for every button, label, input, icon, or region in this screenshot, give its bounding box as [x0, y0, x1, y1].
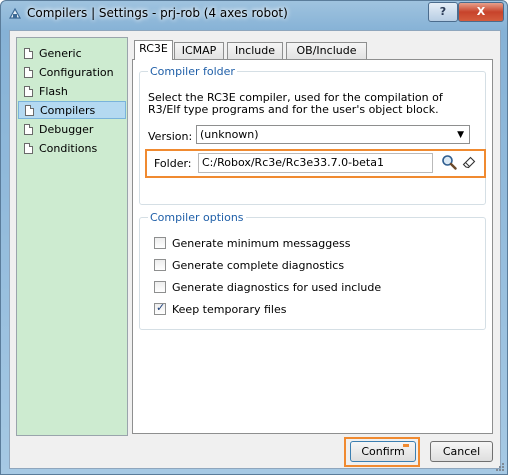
sidebar-item-debugger[interactable]: Debugger	[18, 120, 126, 138]
compiler-description: Select the RC3E compiler, used for the c…	[148, 91, 443, 116]
page-icon	[25, 104, 34, 116]
version-value: (unknown)	[200, 128, 259, 141]
folder-label: Folder:	[154, 157, 192, 170]
window-title: Compilers | Settings - prj-rob (4 axes r…	[27, 6, 288, 20]
sidebar-item-label: Conditions	[39, 141, 98, 155]
group-title: Compiler folder	[148, 65, 237, 78]
page-icon	[24, 47, 33, 59]
close-button[interactable]: X	[458, 2, 504, 22]
sidebar-item-compilers[interactable]: Compilers	[18, 101, 126, 119]
sidebar: Generic Configuration Flash Compilers De…	[16, 37, 128, 436]
checkbox[interactable]	[154, 259, 166, 271]
checkbox-checked[interactable]	[154, 301, 166, 315]
compiler-options-group: Compiler options Generate minimum messag…	[139, 211, 486, 330]
sidebar-item-label: Configuration	[39, 65, 114, 79]
tab-icmap[interactable]: ICMAP	[174, 42, 224, 59]
confirm-highlight: Confirm	[344, 437, 420, 467]
page-icon	[24, 66, 33, 78]
sidebar-item-conditions[interactable]: Conditions	[18, 139, 126, 157]
option-label: Generate diagnostics for used include	[172, 280, 382, 294]
option-minimum-messages[interactable]: Generate minimum messaggess	[154, 235, 350, 251]
help-button[interactable]: ?	[428, 2, 458, 22]
page-icon	[24, 142, 33, 154]
chevron-down-icon: ▼	[457, 130, 464, 140]
version-select[interactable]: (unknown) ▼	[196, 125, 470, 144]
checkbox[interactable]	[154, 281, 166, 293]
option-diagnostics-include[interactable]: Generate diagnostics for used include	[154, 279, 381, 295]
version-label: Version:	[148, 130, 193, 143]
cursor-marker	[403, 444, 409, 447]
dialog-footer: Confirm Cancel	[10, 435, 500, 468]
tab-rc3e[interactable]: RC3E	[134, 40, 173, 60]
sidebar-item-flash[interactable]: Flash	[18, 82, 126, 100]
search-icon[interactable]	[441, 154, 457, 170]
option-label: Generate complete diagnostics	[172, 258, 345, 272]
option-label: Keep temporary files	[172, 302, 287, 316]
folder-input[interactable]: C:/Robox/Rc3e/Rc3e33.7.0-beta1	[198, 153, 433, 173]
folder-row-highlight: Folder: C:/Robox/Rc3e/Rc3e33.7.0-beta1	[145, 149, 486, 178]
tab-ob-include[interactable]: OB/Include	[286, 42, 367, 59]
sidebar-item-generic[interactable]: Generic	[18, 44, 126, 62]
sidebar-item-label: Generic	[39, 46, 82, 60]
sidebar-item-configuration[interactable]: Configuration	[18, 63, 126, 81]
settings-window: Compilers | Settings - prj-rob (4 axes r…	[0, 0, 508, 475]
title-bar[interactable]: Compilers | Settings - prj-rob (4 axes r…	[1, 1, 507, 27]
page-icon	[24, 85, 33, 97]
tab-include[interactable]: Include	[227, 42, 283, 59]
resize-grip-icon[interactable]	[495, 462, 505, 472]
sidebar-item-label: Compilers	[40, 103, 96, 117]
confirm-label: Confirm	[361, 445, 405, 458]
app-icon	[8, 7, 22, 19]
option-label: Generate minimum messaggess	[172, 236, 351, 250]
eraser-icon[interactable]	[462, 155, 477, 169]
sidebar-item-label: Debugger	[39, 122, 94, 136]
compiler-folder-group: Compiler folder Select the RC3E compiler…	[139, 65, 486, 205]
sidebar-item-label: Flash	[39, 84, 68, 98]
option-complete-diagnostics[interactable]: Generate complete diagnostics	[154, 257, 344, 273]
option-keep-temporary-files[interactable]: Keep temporary files	[154, 301, 286, 317]
page-icon	[24, 123, 33, 135]
group-title: Compiler options	[148, 211, 246, 224]
tab-panel: Compiler folder Select the RC3E compiler…	[132, 59, 493, 434]
checkbox[interactable]	[154, 237, 166, 249]
confirm-button[interactable]: Confirm	[350, 441, 416, 462]
cancel-button[interactable]: Cancel	[430, 441, 493, 462]
dialog-body: Generic Configuration Flash Compilers De…	[9, 30, 501, 469]
